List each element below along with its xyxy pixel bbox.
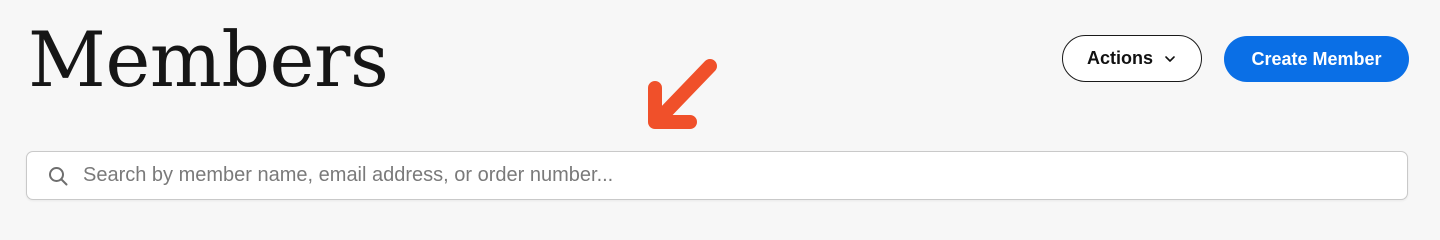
page-title: Members [28,15,389,104]
chevron-down-icon [1163,52,1177,66]
create-member-button-label: Create Member [1251,48,1382,69]
search-bar[interactable] [26,151,1408,200]
arrow-down-left-icon [648,59,717,129]
actions-button-label: Actions [1086,48,1153,68]
search-input[interactable] [81,151,1407,200]
actions-button[interactable]: Actions [1062,35,1202,82]
search-icon [47,165,69,187]
create-member-button[interactable]: Create Member [1224,36,1409,82]
